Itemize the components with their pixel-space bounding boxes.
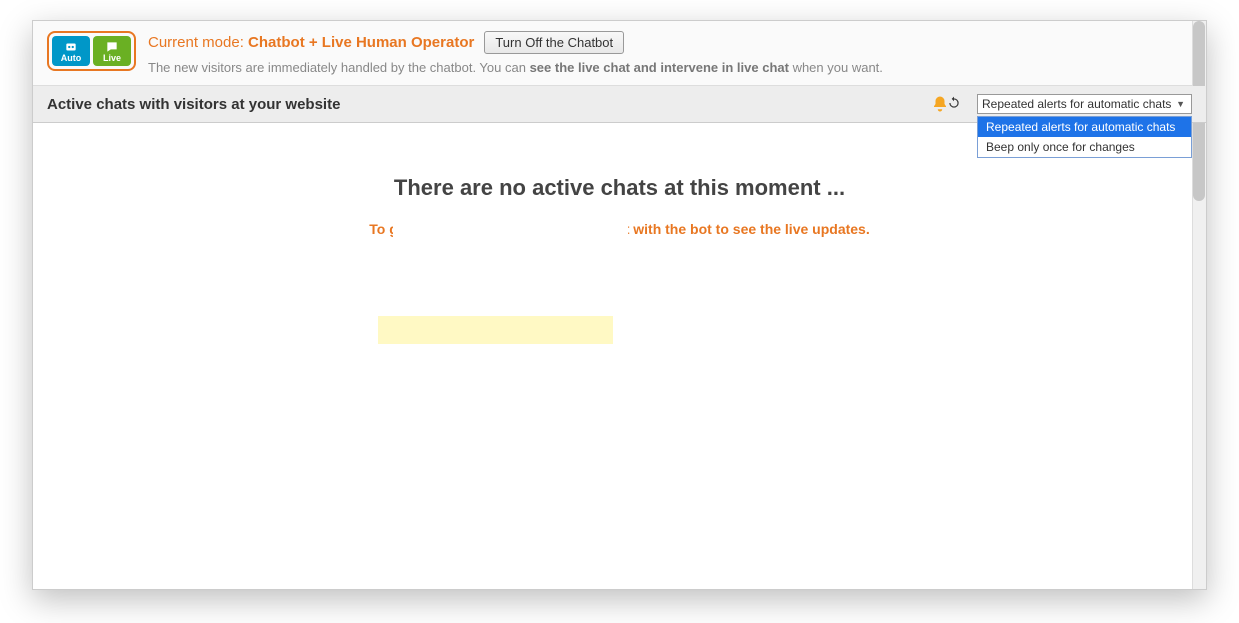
mode-bar: Auto Live Current mode: Chatbot + Live H… <box>33 21 1206 86</box>
chat-icon <box>104 40 120 54</box>
mode-description: The new visitors are immediately handled… <box>148 60 883 75</box>
live-badge: Live <box>93 36 131 66</box>
no-chats-message: There are no active chats at this moment… <box>53 175 1186 201</box>
alert-selected-value: Repeated alerts for automatic chats <box>982 97 1171 111</box>
refresh-icon[interactable] <box>947 96 961 113</box>
try-hint: To get a try, visit your website and cha… <box>53 221 1186 237</box>
mode-badges: Auto Live <box>47 31 136 71</box>
mode-desc-post: when you want. <box>789 60 883 75</box>
auto-badge-label: Auto <box>61 53 82 63</box>
turn-off-chatbot-button[interactable]: Turn Off the Chatbot <box>484 31 624 54</box>
alert-option-beep-once[interactable]: Beep only once for changes <box>978 137 1191 157</box>
mode-value: Chatbot + Live Human Operator <box>248 34 474 51</box>
active-chats-bar: Active chats with visitors at your websi… <box>33 86 1206 123</box>
robot-icon <box>63 40 79 54</box>
mode-label: Current mode: <box>148 34 248 51</box>
highlight-patch <box>378 316 613 344</box>
bell-icon[interactable] <box>931 95 961 113</box>
alert-option-repeated[interactable]: Repeated alerts for automatic chats <box>978 117 1191 137</box>
auto-badge: Auto <box>52 36 90 66</box>
live-badge-label: Live <box>103 53 121 63</box>
alert-mode-select[interactable]: Repeated alerts for automatic chats <box>977 94 1192 114</box>
alert-dropdown: Repeated alerts for automatic chats Beep… <box>977 116 1192 158</box>
mode-desc-bold: see the live chat and intervene in live … <box>530 60 789 75</box>
mode-desc-pre: The new visitors are immediately handled… <box>148 60 530 75</box>
active-chats-title: Active chats with visitors at your websi… <box>47 96 340 113</box>
